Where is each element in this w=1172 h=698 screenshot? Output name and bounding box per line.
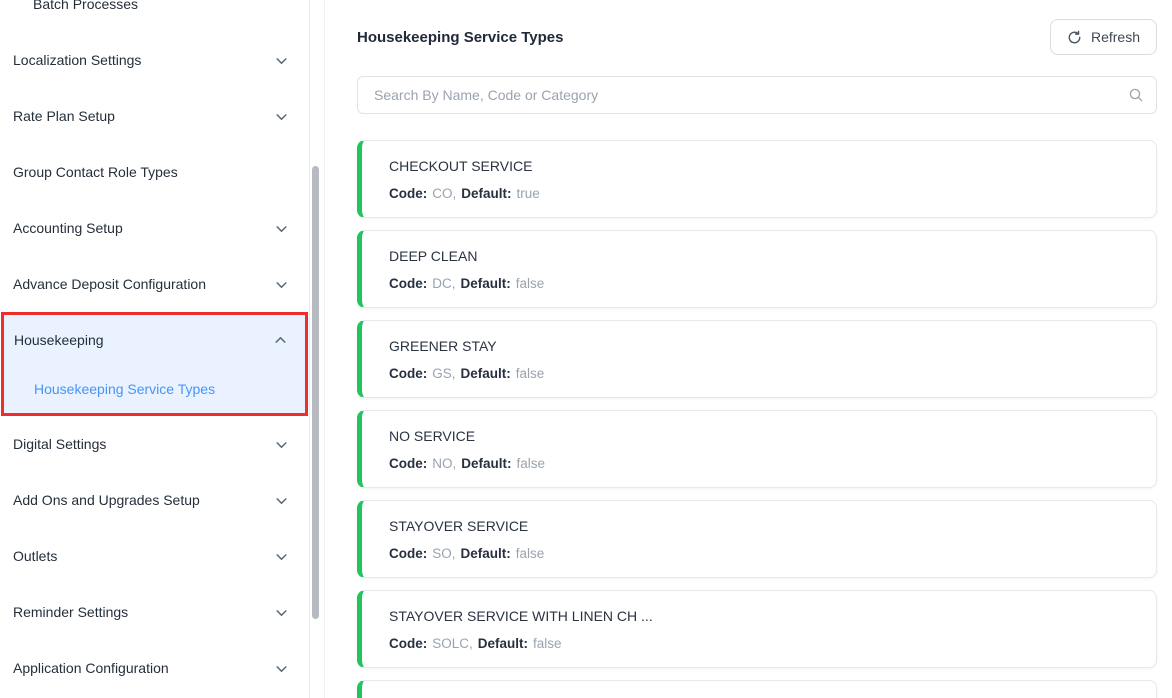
sidebar-item-accounting-setup[interactable]: Accounting Setup	[0, 200, 309, 256]
code-label: Code:	[389, 186, 427, 201]
service-meta: Code: GS, Default: false	[389, 366, 1132, 381]
sidebar-item-batch-processes[interactable]: Batch Processes	[0, 0, 309, 32]
housekeeping-active-group: Housekeeping Housekeeping Service Types	[1, 312, 308, 416]
service-card-partial[interactable]	[357, 680, 1157, 698]
chevron-down-icon	[275, 110, 288, 123]
service-name: CHECKOUT SERVICE	[389, 158, 1132, 174]
code-value: GS,	[432, 366, 455, 381]
default-label: Default:	[461, 456, 511, 471]
sidebar-item-label: Accounting Setup	[13, 220, 123, 236]
service-meta: Code: DC, Default: false	[389, 276, 1132, 291]
default-label: Default:	[461, 186, 511, 201]
search-bar	[357, 76, 1157, 114]
code-label: Code:	[389, 276, 427, 291]
refresh-icon	[1067, 30, 1082, 45]
code-value: CO,	[432, 186, 456, 201]
service-card[interactable]: STAYOVER SERVICE Code: SO, Default: false	[357, 500, 1157, 578]
code-label: Code:	[389, 366, 427, 381]
main-content: Housekeeping Service Types Refresh CHECK…	[325, 0, 1172, 698]
default-value: false	[517, 456, 546, 471]
sidebar-item-reminder-settings[interactable]: Reminder Settings	[0, 584, 309, 640]
code-value: NO,	[432, 456, 456, 471]
chevron-down-icon	[275, 278, 288, 291]
code-value: SOLC,	[432, 636, 473, 651]
default-value: false	[516, 366, 545, 381]
sidebar-item-localization-settings[interactable]: Localization Settings	[0, 32, 309, 88]
refresh-button[interactable]: Refresh	[1050, 19, 1157, 55]
chevron-down-icon	[275, 494, 288, 507]
chevron-down-icon	[275, 550, 288, 563]
service-type-list: CHECKOUT SERVICE Code: CO, Default: true DEEP…	[357, 140, 1157, 698]
page-title: Housekeeping Service Types	[357, 29, 563, 46]
service-meta: Code: SOLC, Default: false	[389, 636, 1132, 651]
sidebar-item-label: Application Configuration	[13, 660, 169, 676]
default-value: false	[516, 546, 545, 561]
settings-sidebar: Batch Processes Localization Settings Rate…	[0, 0, 310, 698]
service-name: GREENER STAY	[389, 338, 1132, 354]
chevron-down-icon	[275, 222, 288, 235]
code-label: Code:	[389, 456, 427, 471]
default-value: false	[533, 636, 562, 651]
service-name: NO SERVICE	[389, 428, 1132, 444]
service-card[interactable]: STAYOVER SERVICE WITH LINEN CH ... Code: S…	[357, 590, 1157, 668]
code-label: Code:	[389, 546, 427, 561]
sidebar-item-advance-deposit-configuration[interactable]: Advance Deposit Configuration	[0, 256, 309, 312]
service-name: STAYOVER SERVICE WITH LINEN CH ...	[389, 608, 1132, 624]
search-input[interactable]	[357, 76, 1157, 114]
sidebar-scrollbar-track[interactable]	[310, 0, 325, 698]
service-meta: Code: CO, Default: true	[389, 186, 1132, 201]
service-card[interactable]: CHECKOUT SERVICE Code: CO, Default: true	[357, 140, 1157, 218]
sidebar-item-application-configuration[interactable]: Application Configuration	[0, 640, 309, 696]
service-meta: Code: SO, Default: false	[389, 546, 1132, 561]
service-name: STAYOVER SERVICE	[389, 518, 1132, 534]
sidebar-items-below: Digital Settings Add Ons and Upgrades Set…	[0, 416, 309, 696]
chevron-up-icon	[274, 334, 287, 347]
default-label: Default:	[478, 636, 528, 651]
service-meta: Code: NO, Default: false	[389, 456, 1132, 471]
sidebar-item-housekeeping[interactable]: Housekeeping	[4, 315, 305, 365]
default-value: false	[516, 276, 545, 291]
refresh-button-label: Refresh	[1091, 29, 1140, 45]
code-value: DC,	[432, 276, 455, 291]
search-icon	[1128, 87, 1144, 103]
sidebar-sublink-label: Housekeeping Service Types	[34, 381, 215, 397]
code-value: SO,	[432, 546, 455, 561]
chevron-down-icon	[275, 438, 288, 451]
sidebar-item-label: Localization Settings	[13, 52, 141, 68]
default-label: Default:	[461, 276, 511, 291]
default-label: Default:	[461, 366, 511, 381]
default-label: Default:	[461, 546, 511, 561]
sidebar-item-label: Group Contact Role Types	[13, 164, 178, 180]
service-card[interactable]: DEEP CLEAN Code: DC, Default: false	[357, 230, 1157, 308]
sidebar-item-add-ons-and-upgrades-setup[interactable]: Add Ons and Upgrades Setup	[0, 472, 309, 528]
sidebar-item-outlets[interactable]: Outlets	[0, 528, 309, 584]
service-card[interactable]: NO SERVICE Code: NO, Default: false	[357, 410, 1157, 488]
sidebar-item-label: Add Ons and Upgrades Setup	[13, 492, 200, 508]
sidebar-item-label: Rate Plan Setup	[13, 108, 115, 124]
sidebar-item-label: Housekeeping	[14, 332, 104, 348]
code-label: Code:	[389, 636, 427, 651]
sidebar-item-label: Batch Processes	[33, 0, 138, 12]
service-card[interactable]: GREENER STAY Code: GS, Default: false	[357, 320, 1157, 398]
default-value: true	[517, 186, 540, 201]
sidebar-item-housekeeping-service-types[interactable]: Housekeeping Service Types	[4, 365, 305, 413]
sidebar-items-above: Batch Processes Localization Settings Rate…	[0, 0, 309, 312]
sidebar-item-rate-plan-setup[interactable]: Rate Plan Setup	[0, 88, 309, 144]
sidebar-item-group-contact-role-types[interactable]: Group Contact Role Types	[0, 144, 309, 200]
sidebar-item-list: Batch Processes Localization Settings Rate…	[0, 0, 309, 696]
chevron-down-icon	[275, 54, 288, 67]
chevron-down-icon	[275, 606, 288, 619]
service-name: DEEP CLEAN	[389, 248, 1132, 264]
page-header: Housekeeping Service Types Refresh	[357, 19, 1157, 55]
sidebar-scrollbar-thumb[interactable]	[312, 166, 319, 619]
sidebar-item-label: Outlets	[13, 548, 57, 564]
app-window: Batch Processes Localization Settings Rate…	[0, 0, 1172, 698]
sidebar-item-digital-settings[interactable]: Digital Settings	[0, 416, 309, 472]
sidebar-item-label: Reminder Settings	[13, 604, 128, 620]
sidebar-item-label: Digital Settings	[13, 436, 106, 452]
chevron-down-icon	[275, 662, 288, 675]
sidebar-item-label: Advance Deposit Configuration	[13, 276, 206, 292]
